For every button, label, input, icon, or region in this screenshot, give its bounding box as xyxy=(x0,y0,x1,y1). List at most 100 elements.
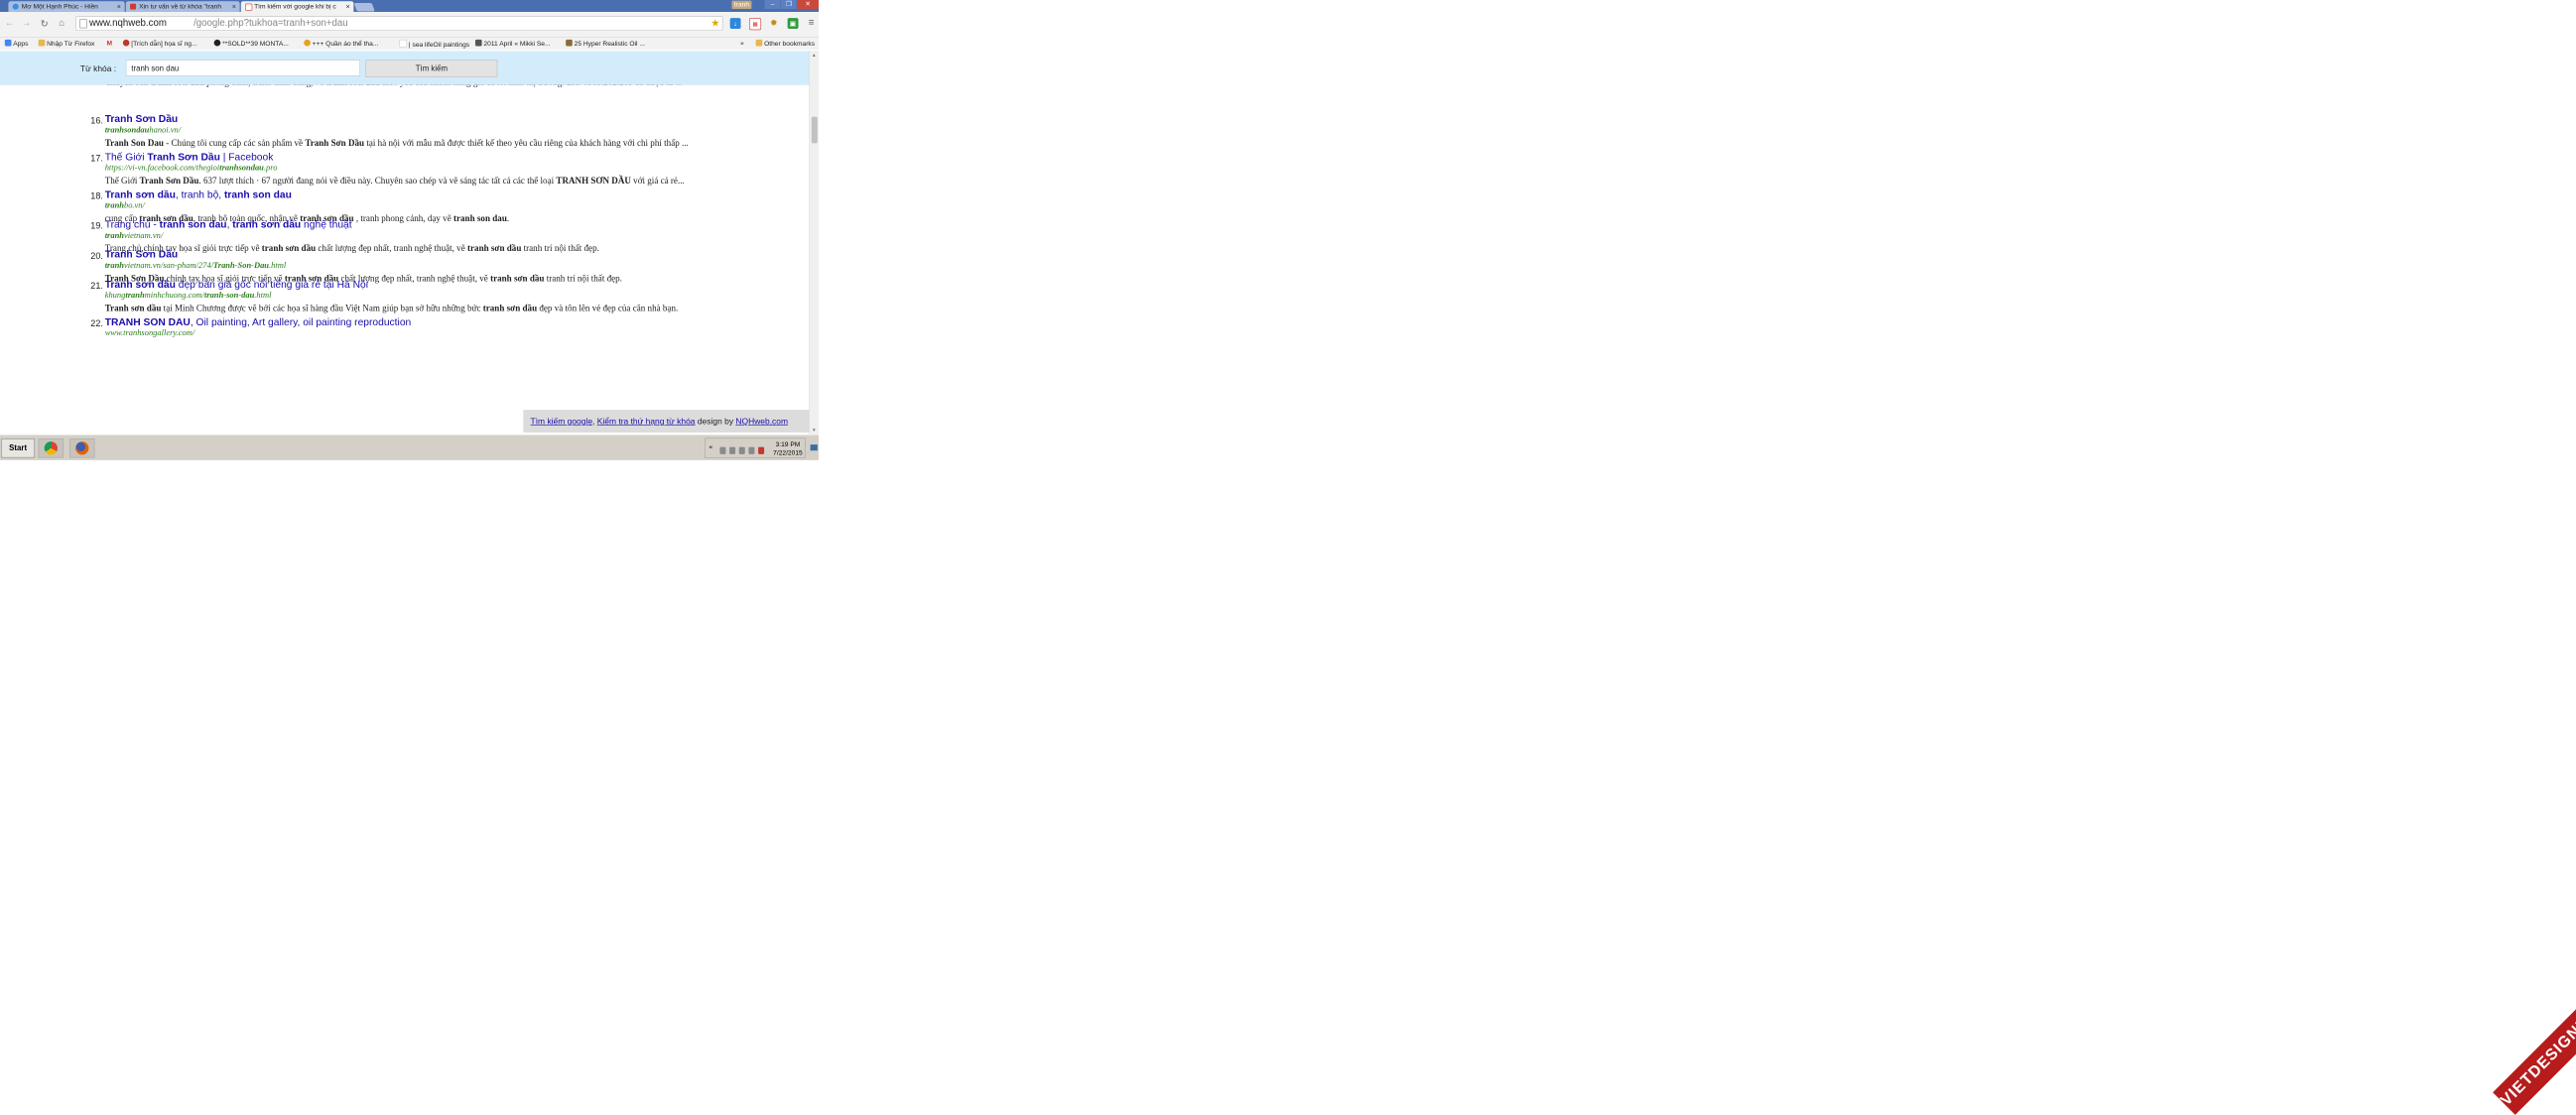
keyword-label: Từ khóa : xyxy=(79,63,117,73)
result-number: 22. xyxy=(90,318,103,329)
bookmark-5[interactable]: +++ Quần áo thể tha... xyxy=(304,39,379,48)
keyword-input[interactable] xyxy=(125,60,361,76)
site-icon xyxy=(399,39,408,48)
close-icon[interactable]: × xyxy=(345,1,349,12)
result-url: tranhsondauhanoi.vn/ xyxy=(105,126,181,136)
profile-badge[interactable]: tranh xyxy=(731,0,752,10)
tray-expand-icon[interactable]: « xyxy=(709,443,713,450)
usb-icon[interactable] xyxy=(729,446,736,454)
page-icon xyxy=(79,19,87,29)
text-run: Chuyên bán xyxy=(105,85,151,87)
tab-strip: Mơ Một Hạnh Phúc - Hiền × Xin tư vấn về … xyxy=(0,0,820,13)
download-icon[interactable]: ↓ xyxy=(729,18,741,29)
text-run: Thế Giới xyxy=(104,151,148,163)
tab-1[interactable]: Mơ Một Hạnh Phúc - Hiền × xyxy=(8,1,125,13)
apps-grid-icon xyxy=(4,39,12,47)
network-icon[interactable] xyxy=(738,446,745,454)
scroll-down-icon[interactable]: ▼ xyxy=(812,428,817,433)
result-title-link[interactable]: Tranh sơn dầu đẹp bán giá gốc nổi tiếng … xyxy=(105,279,368,291)
highlighted-term: Tranh Sơn Dầu xyxy=(147,151,220,163)
credit-box: Tìm kiếm google, Kiểm tra thứ hạng từ kh… xyxy=(523,410,814,434)
bookmark-8[interactable]: 25 Hyper Realistic Oil ... xyxy=(566,39,645,48)
close-icon[interactable]: × xyxy=(232,1,236,12)
chrome-icon xyxy=(44,441,58,455)
keyword-rank-link[interactable]: Kiểm tra thứ hạng từ khóa xyxy=(597,417,696,427)
security-icon[interactable] xyxy=(758,446,765,454)
result-title-link[interactable]: TRANH SON DAU, Oil painting, Art gallery… xyxy=(105,316,412,328)
volume-icon[interactable] xyxy=(719,446,726,454)
other-bookmarks[interactable]: Other bookmarks xyxy=(755,39,816,48)
search-button[interactable]: Tìm kiếm xyxy=(365,60,498,77)
tab-2[interactable]: Xin tư vấn về từ khóa "tranh × xyxy=(125,1,240,13)
android-icon[interactable]: ▣ xyxy=(787,18,799,29)
result-url: khungtranhminhchuong.com/tranh-son-dau.h… xyxy=(105,292,272,302)
highlighted-term: tranh xyxy=(104,200,124,211)
bookmarks-bar: Apps Nhập Từ Firefox M [Trích dẫn] họa s… xyxy=(0,38,820,51)
result-snippet: Thế Giới Tranh Sơn Dầu. 637 lượt thích ·… xyxy=(105,175,728,186)
minimize-button[interactable]: – xyxy=(764,0,781,10)
back-arrow-icon[interactable]: ← xyxy=(4,18,15,29)
bookmark-label: +++ Quần áo thể tha... xyxy=(312,40,379,48)
address-bar[interactable]: www.nqhweb.com /google.php?tukhoa=tranh+… xyxy=(75,16,723,31)
home-icon[interactable]: ⌂ xyxy=(57,18,67,29)
nqhweb-link[interactable]: NQHweb.com xyxy=(735,417,788,427)
result-snippet: Chuyên bán tranh sơn dầu phong cảnh, tra… xyxy=(105,85,728,89)
highlighted-term: tranh xyxy=(125,291,145,301)
result-title-link[interactable]: Thế Giới Tranh Sơn Dầu | Facebook xyxy=(105,151,274,163)
new-tab-button[interactable] xyxy=(353,3,375,12)
result-number: 17. xyxy=(90,153,103,164)
chrome-taskbar-button[interactable] xyxy=(38,438,64,458)
calendar-icon[interactable]: ▦ xyxy=(748,18,762,31)
result-title-link[interactable]: Tranh Sơn Dầu xyxy=(105,249,178,261)
signal-icon[interactable] xyxy=(748,446,755,454)
scroll-up-icon[interactable]: ▲ xyxy=(812,53,817,58)
forward-arrow-icon[interactable]: → xyxy=(21,18,32,29)
firefox-icon xyxy=(75,441,89,455)
show-desktop-icon[interactable] xyxy=(810,444,818,451)
text-run: tại Minh Chương được vẽ bởi các họa sĩ h… xyxy=(161,304,483,313)
result-number: 20. xyxy=(90,251,103,262)
result-title-link[interactable]: Tranh sơn dầu, tranh bộ, tranh son dau xyxy=(105,188,292,200)
text-run: hanoi.vn/ xyxy=(149,125,182,135)
bookmark-apps[interactable]: Apps xyxy=(4,39,29,48)
bookmark-label: 25 Hyper Realistic Oil ... xyxy=(574,40,645,48)
close-icon[interactable]: × xyxy=(117,1,121,12)
result-url: www.tranhsongallery.com/ xyxy=(105,329,195,339)
bookmarks-overflow-icon[interactable]: » xyxy=(740,40,744,47)
highlighted-term: tranh son dau xyxy=(223,188,292,200)
result-title-link[interactable]: Trang chủ - tranh son dau, tranh sơn dầu… xyxy=(105,218,352,230)
result-title-link[interactable]: Tranh Sơn Dầu xyxy=(105,113,178,125)
reload-icon[interactable]: ↻ xyxy=(39,18,50,30)
text-run: theo yêu cầu khách hàng giá cả tốt nhất … xyxy=(380,85,683,87)
start-button[interactable]: Start xyxy=(1,438,36,458)
bookmark-4[interactable]: **SOLD**39 MONTA... xyxy=(213,39,289,48)
text-run: vietnam.vn/ xyxy=(123,231,164,241)
text-run: đẹp và tôn lên vẻ đẹp của căn nhà bạn. xyxy=(537,304,679,313)
page-scrollbar[interactable]: ▲ ▼ xyxy=(809,51,820,434)
firefox-taskbar-button[interactable] xyxy=(69,438,95,458)
text-run: - Chúng tôi cung cấp các sản phẩm về xyxy=(163,138,306,149)
text-run: . 637 lượt thích · 67 người đang nói về … xyxy=(198,176,557,186)
menu-icon[interactable]: ≡ xyxy=(809,18,815,29)
maximize-button[interactable]: ❐ xyxy=(781,0,797,10)
bookmark-folder[interactable]: Nhập Từ Firefox xyxy=(38,39,94,48)
highlighted-term: Tranh Sơn Dầu xyxy=(104,248,179,261)
text-run: , tranh bộ, xyxy=(175,188,224,200)
highlighted-term: tranh son dau xyxy=(452,213,507,224)
text-run: tại hà nội với mẫu mã được thiết kế theo… xyxy=(364,138,689,149)
result-number: 18. xyxy=(90,190,103,201)
gear-icon[interactable]: ✹ xyxy=(768,18,779,29)
scroll-thumb[interactable] xyxy=(811,116,818,144)
google-search-link[interactable]: Tìm kiếm google xyxy=(531,417,593,427)
bookmark-6[interactable]: | sea lifeOil paintings xyxy=(399,39,469,49)
highlighted-term: TRANH SƠN DẦU xyxy=(556,176,631,186)
close-window-button[interactable]: ✕ xyxy=(797,0,820,10)
result-number: 21. xyxy=(90,281,103,292)
tab-3-active[interactable]: Tìm kiếm với google khi bị c × xyxy=(240,1,354,13)
star-icon[interactable]: ★ xyxy=(710,17,719,30)
bookmark-label: Other bookmarks xyxy=(764,40,816,48)
bookmark-7[interactable]: 2011 April « Mikki Se... xyxy=(474,39,551,48)
bookmark-3[interactable]: [Trích dẫn] họa sĩ ng... xyxy=(122,39,197,48)
text-run: đẹp bán giá gốc nổi tiếng giá rẻ tại Hà … xyxy=(175,278,368,291)
bookmark-gmail[interactable]: M xyxy=(107,40,113,47)
